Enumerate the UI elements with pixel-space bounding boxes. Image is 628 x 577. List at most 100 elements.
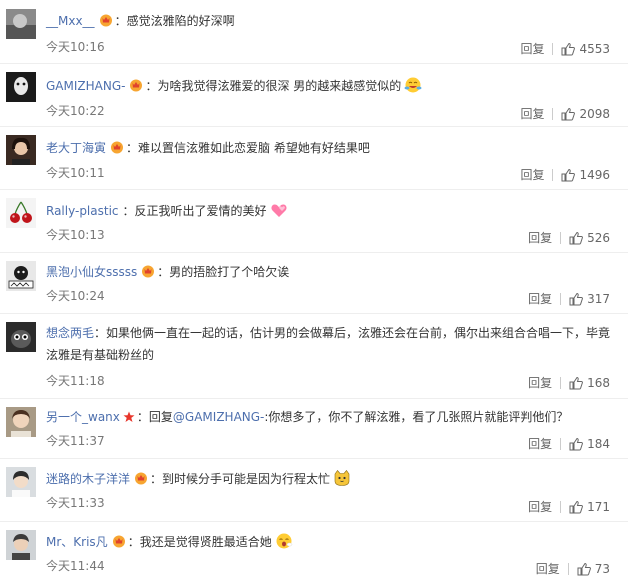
cat-face-emoji [333,469,351,487]
like-button[interactable]: 526 [569,231,610,245]
like-button[interactable]: 4553 [561,42,610,56]
reply-prefix: 回复 [148,410,173,424]
comment-item: __Mxx__ ：感觉泫雅陷的好深啊 今天10:16 回复 4553 [0,0,628,64]
reply-button[interactable]: 回复 [528,290,552,307]
comment-item: 另一个_wanx ：回复@GAMIZHANG-:你想多了，你不了解泫雅，看了几张照… [0,398,628,459]
avatar[interactable] [6,135,36,165]
reply-button[interactable]: 回复 [528,498,552,515]
comment-text: 到时候分手可能是因为行程太忙 [162,472,331,486]
like-count: 4553 [579,41,610,56]
divider [560,376,562,389]
like-count: 1496 [579,167,610,182]
thumbs-up-icon [577,562,591,575]
like-count: 73 [594,561,610,576]
username-link[interactable]: 黑泡小仙女sssss [46,265,137,279]
divider [560,437,562,450]
comment-item: 老大丁海寅 ：难以置信泫雅如此恋爱脑 希望她有好结果吧 今天10:11 回复 14… [0,126,628,190]
like-button[interactable]: 73 [577,562,610,576]
colon: ： [127,535,140,549]
comment-text: 反正我听出了爱情的美好 [134,204,267,218]
reply-button[interactable]: 回复 [528,229,552,246]
comment-item: 想念两毛：如果他俩一直在一起的话，估计男的会做幕后，泫雅还会在台前，偶尔出来组合… [0,313,628,399]
vip-crown-icon [110,140,124,154]
mention-link[interactable]: @GAMIZHANG- [173,410,264,424]
reply-button[interactable]: 回复 [520,40,544,57]
colon: ： [122,204,135,218]
avatar[interactable] [6,467,36,497]
timestamp: 今天11:37 [46,434,105,448]
divider [552,107,554,120]
like-count: 184 [587,436,610,451]
vip-crown-icon [141,264,155,278]
reply-button[interactable]: 回复 [520,166,544,183]
username-link[interactable]: Rally-plastic [46,204,119,218]
divider [560,231,562,244]
like-button[interactable]: 2098 [561,107,610,121]
timestamp: 今天10:13 [46,228,105,242]
comment-text: 男的捂脸打了个哈欠诶 [169,265,290,279]
avatar[interactable] [6,9,36,39]
reply-button[interactable]: 回复 [536,560,560,577]
timestamp: 今天10:22 [46,104,105,118]
thumbs-up-icon [569,437,584,450]
like-button[interactable]: 171 [569,500,610,514]
comment-text: 我还是觉得贤胜最适合她 [139,535,272,549]
username-link[interactable]: __Mxx__ [46,14,95,28]
vip-crown-icon [134,471,148,485]
comment-item: 黑泡小仙女sssss ：男的捂脸打了个哈欠诶 今天10:24 回复 317 [0,252,628,314]
vip-crown-icon [99,13,113,27]
timestamp: 今天11:18 [46,374,105,388]
reply-button[interactable]: 回复 [528,374,552,391]
like-count: 526 [587,230,610,245]
username-link[interactable]: 迷路的木子洋洋 [46,472,130,486]
like-button[interactable]: 1496 [561,168,610,182]
colon: ： [94,326,107,340]
yawning-face-emoji [275,532,293,550]
comment-item: GAMIZHANG- ：为啥我觉得泫雅爱的很深 男的越来越感觉似的 今天10:22… [0,63,628,127]
comment-text: 为啥我觉得泫雅爱的很深 男的越来越感觉似的 [157,79,402,93]
red-star-icon [123,411,135,423]
pink-hearts-emoji [270,201,288,219]
thumbs-up-icon [561,107,576,120]
timestamp: 今天10:24 [46,289,105,303]
timestamp: 今天11:33 [46,496,105,510]
comment-item: 迷路的木子洋洋 ：到时候分手可能是因为行程太忙 今天11:33 回复 171 [0,458,628,522]
avatar[interactable] [6,198,36,228]
divider [560,292,562,305]
avatar[interactable] [6,407,36,437]
colon: ： [126,141,139,155]
divider [552,168,554,181]
vip-crown-icon [129,78,143,92]
reply-button[interactable]: 回复 [528,435,552,452]
comment-list: __Mxx__ ：感觉泫雅陷的好深啊 今天10:16 回复 4553 GAMIZH… [0,0,628,577]
username-link[interactable]: 想念两毛 [46,326,94,340]
avatar[interactable] [6,322,36,352]
colon: ： [157,265,170,279]
username-link[interactable]: 另一个_wanx [46,410,120,424]
divider [552,42,554,55]
username-link[interactable]: GAMIZHANG- [46,79,125,93]
comment-item: Rally-plastic ：反正我听出了爱情的美好 今天10:13 回复 526 [0,189,628,253]
thumbs-up-icon [561,42,576,55]
comment-text: :你想多了，你不了解泫雅，看了几张照片就能评判他们？ [264,410,569,424]
colon: ： [145,79,158,93]
colon: ： [136,410,149,424]
divider [567,562,569,575]
reply-button[interactable]: 回复 [520,105,544,122]
thumbs-up-icon [569,292,584,305]
comment-text: 难以置信泫雅如此恋爱脑 希望她有好结果吧 [138,141,370,155]
avatar[interactable] [6,530,36,560]
thumbs-up-icon [569,231,584,244]
avatar[interactable] [6,72,36,102]
username-link[interactable]: 老大丁海寅 [46,141,106,155]
like-button[interactable]: 317 [569,292,610,306]
username-link[interactable]: Mr、Kris凡 [46,535,108,549]
laughing-face-emoji [404,76,422,94]
like-count: 317 [587,291,610,306]
like-count: 168 [587,375,610,390]
timestamp: 今天10:16 [46,40,105,54]
avatar[interactable] [6,261,36,291]
like-button[interactable]: 168 [569,376,610,390]
like-button[interactable]: 184 [569,437,610,451]
timestamp: 今天11:44 [46,559,105,573]
